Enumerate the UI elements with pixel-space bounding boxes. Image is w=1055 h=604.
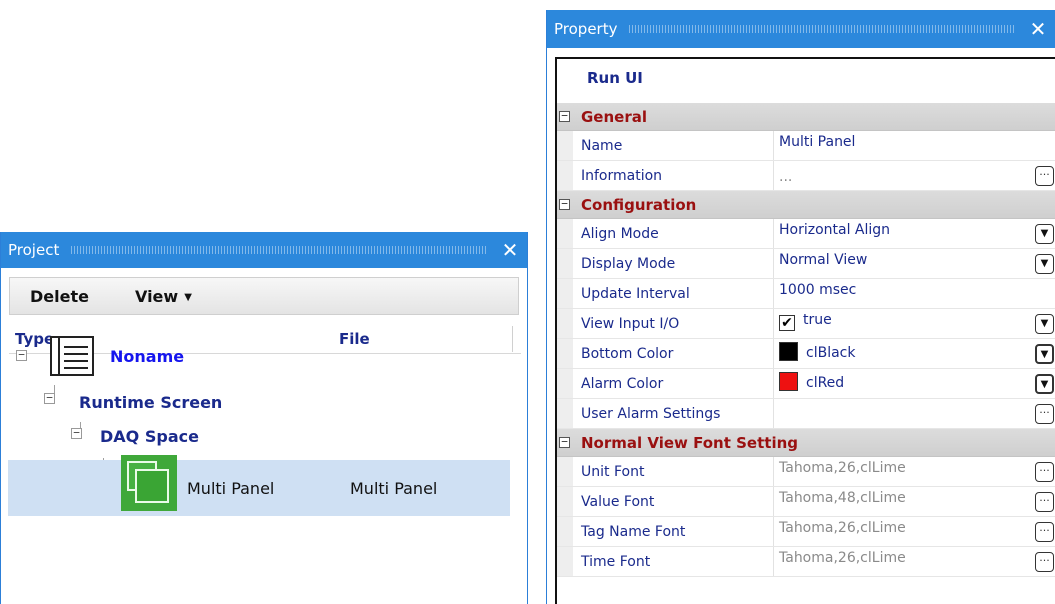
tree-node-runtime-screen[interactable]: Runtime Screen: [79, 393, 222, 412]
property-row-alarm-color[interactable]: Alarm Color clRed ▼: [557, 369, 1055, 399]
close-icon[interactable]: ✕: [1025, 17, 1051, 41]
tree-node-noname[interactable]: Noname: [110, 347, 184, 366]
property-value[interactable]: Multi Panel: [779, 134, 855, 150]
project-title-bar[interactable]: Project ✕: [1, 232, 527, 268]
property-value: clBlack: [806, 345, 856, 361]
view-menu-button[interactable]: View ▼: [89, 287, 192, 306]
category-label: Configuration: [581, 196, 697, 214]
property-label: Unit Font: [581, 464, 645, 480]
property-label: Alarm Color: [581, 376, 664, 392]
property-row-tag-name-font[interactable]: Tag Name Font Tahoma,26,clLime ...: [557, 517, 1055, 547]
project-panel: Project ✕ Delete View ▼ Type File: [0, 232, 528, 604]
property-grid: − General Name Multi Panel Information .…: [557, 103, 1055, 577]
selected-object-name: Run UI: [587, 69, 643, 87]
checkbox[interactable]: ✔: [779, 315, 795, 331]
tree-node-multi-panel-file: Multi Panel: [350, 479, 438, 498]
ellipsis-button[interactable]: ...: [1035, 462, 1054, 482]
property-value[interactable]: Tahoma,26,clLime: [779, 460, 906, 476]
dropdown-button[interactable]: ▼: [1035, 224, 1054, 244]
property-value[interactable]: Normal View: [779, 252, 867, 268]
property-row-user-alarm-settings[interactable]: User Alarm Settings ...: [557, 399, 1055, 429]
category-label: General: [581, 108, 647, 126]
delete-button[interactable]: Delete: [10, 287, 89, 306]
color-swatch: [779, 342, 798, 361]
dropdown-button[interactable]: ▼: [1035, 344, 1054, 364]
category-general[interactable]: − General: [557, 103, 1055, 131]
title-bar-grip: [71, 246, 487, 254]
ellipsis-button[interactable]: ...: [1035, 404, 1054, 424]
chevron-down-icon: ▼: [184, 291, 192, 303]
property-value[interactable]: Horizontal Align: [779, 222, 890, 238]
collapse-toggle-font-setting[interactable]: −: [559, 436, 570, 448]
property-label: Name: [581, 138, 623, 154]
property-row-name[interactable]: Name Multi Panel: [557, 131, 1055, 161]
title-bar-grip: [629, 25, 1015, 33]
property-row-view-input-io[interactable]: View Input I/O ✔ true ▼: [557, 309, 1055, 339]
dropdown-button[interactable]: ▼: [1035, 374, 1054, 394]
property-label: User Alarm Settings: [581, 406, 721, 422]
property-row-unit-font[interactable]: Unit Font Tahoma,26,clLime ...: [557, 457, 1055, 487]
collapse-toggle-general[interactable]: −: [559, 110, 570, 122]
property-label: Bottom Color: [581, 346, 674, 362]
property-grid-frame: Run UI − General Name Multi Panel Inform…: [555, 57, 1055, 604]
property-value[interactable]: ...: [779, 169, 792, 185]
property-row-align-mode[interactable]: Align Mode Horizontal Align ▼: [557, 219, 1055, 249]
view-menu-label: View: [134, 286, 179, 306]
property-label: Update Interval: [581, 286, 690, 302]
dropdown-button[interactable]: ▼: [1035, 314, 1054, 334]
collapse-toggle-noname[interactable]: −: [16, 349, 27, 361]
close-icon[interactable]: ✕: [497, 238, 523, 262]
property-value[interactable]: Tahoma,26,clLime: [779, 520, 906, 536]
property-row-value-font[interactable]: Value Font Tahoma,48,clLime ...: [557, 487, 1055, 517]
category-label: Normal View Font Setting: [581, 434, 799, 452]
list-document-icon: [50, 336, 94, 376]
property-panel: Property ✕ Run UI − General Name Multi P…: [546, 10, 1055, 604]
property-value-wrap: clRed: [779, 372, 844, 391]
collapse-toggle-daq-space[interactable]: −: [71, 427, 82, 439]
collapse-toggle-runtime-screen[interactable]: −: [44, 392, 55, 404]
property-label: View Input I/O: [581, 316, 680, 332]
ellipsis-button[interactable]: ...: [1035, 522, 1054, 542]
property-label: Display Mode: [581, 256, 676, 272]
property-label: Time Font: [581, 554, 651, 570]
property-value: clRed: [806, 375, 845, 391]
property-row-display-mode[interactable]: Display Mode Normal View ▼: [557, 249, 1055, 279]
property-label: Tag Name Font: [581, 524, 686, 540]
property-value: true: [803, 312, 832, 328]
ellipsis-button[interactable]: ...: [1035, 166, 1054, 186]
property-row-information[interactable]: Information ... ...: [557, 161, 1055, 191]
category-normal-view-font-setting[interactable]: − Normal View Font Setting: [557, 429, 1055, 457]
ellipsis-button[interactable]: ...: [1035, 552, 1054, 572]
color-swatch: [779, 372, 798, 391]
property-label: Information: [581, 168, 663, 184]
collapse-toggle-configuration[interactable]: −: [559, 198, 570, 210]
property-row-bottom-color[interactable]: Bottom Color clBlack ▼: [557, 339, 1055, 369]
category-configuration[interactable]: − Configuration: [557, 191, 1055, 219]
property-row-update-interval[interactable]: Update Interval 1000 msec: [557, 279, 1055, 309]
dropdown-button[interactable]: ▼: [1035, 254, 1054, 274]
tree-node-daq-space[interactable]: DAQ Space: [100, 427, 199, 446]
property-panel-title: Property: [554, 20, 618, 38]
column-file-header[interactable]: File: [339, 330, 370, 348]
property-value-wrap: clBlack: [779, 342, 855, 361]
multi-panel-icon: [121, 455, 177, 511]
property-title-bar[interactable]: Property ✕: [547, 10, 1055, 48]
property-row-time-font[interactable]: Time Font Tahoma,26,clLime ...: [557, 547, 1055, 577]
ellipsis-button[interactable]: ...: [1035, 492, 1054, 512]
property-label: Value Font: [581, 494, 655, 510]
project-toolbar: Delete View ▼: [9, 277, 519, 315]
property-value[interactable]: Tahoma,48,clLime: [779, 490, 906, 506]
column-divider[interactable]: [512, 326, 513, 352]
column-type-header[interactable]: Type: [15, 330, 54, 348]
property-value-wrap: ✔ true: [779, 312, 832, 331]
tree-node-multi-panel-label: Multi Panel: [187, 479, 275, 498]
property-value[interactable]: Tahoma,26,clLime: [779, 550, 906, 566]
property-label: Align Mode: [581, 226, 659, 242]
project-panel-title: Project: [8, 241, 60, 259]
property-value[interactable]: 1000 msec: [779, 282, 856, 298]
